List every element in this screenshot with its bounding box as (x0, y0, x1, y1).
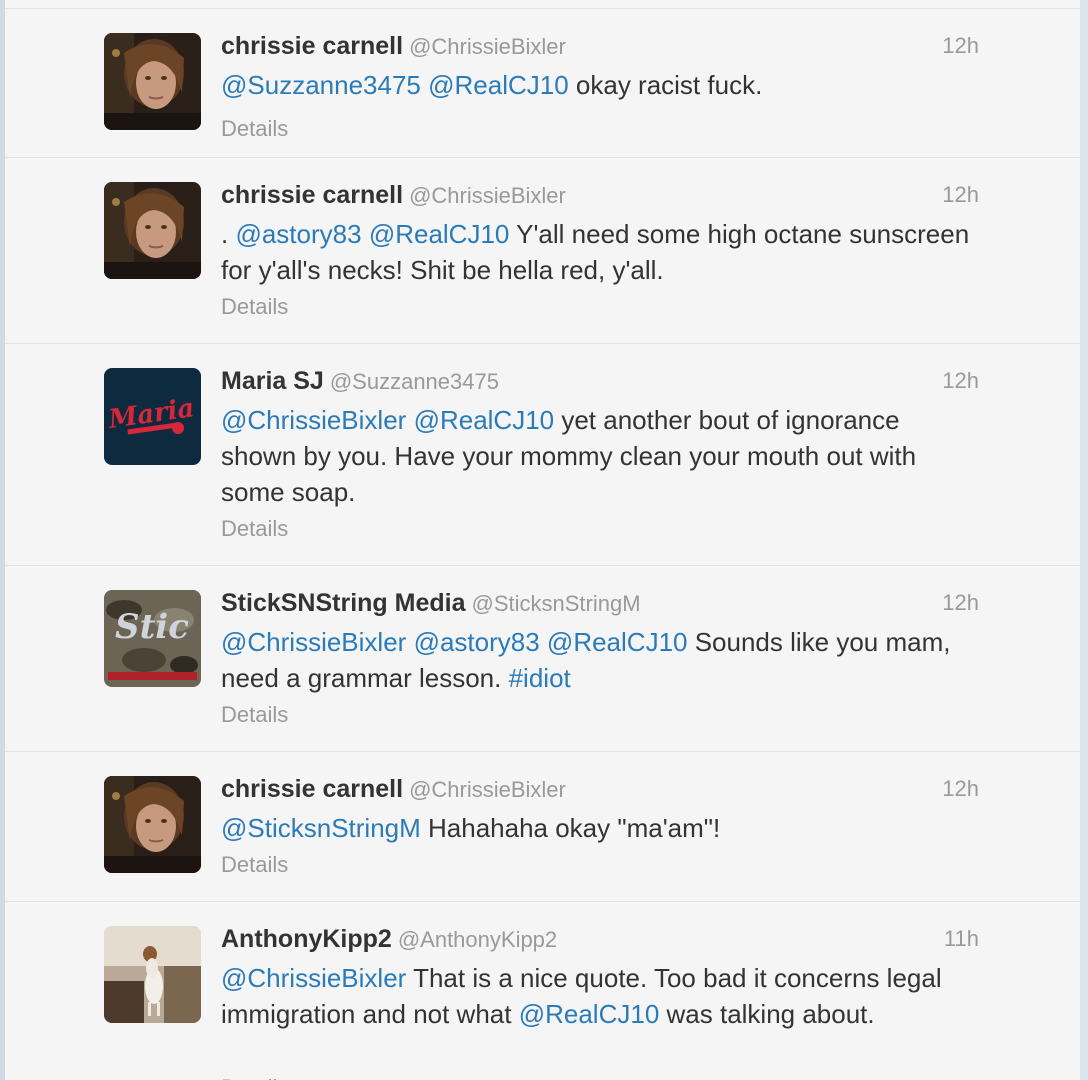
svg-text:Stic: Stic (115, 607, 189, 647)
tweet-text-segment (540, 627, 547, 657)
tweet-item[interactable]: Maria Maria SJ @Suzzanne3475 12h @ChrissieBi… (5, 343, 1081, 566)
tweet-item[interactable]: chrissie carnell @ChrissieBixler 12h @Suzza… (5, 8, 1081, 158)
tweet-timestamp[interactable]: 12h (942, 180, 979, 210)
tweet-fullname[interactable]: AnthonyKipp2 (221, 925, 392, 953)
woman-portrait-avatar-icon[interactable] (104, 776, 201, 873)
tweet-username[interactable]: @ChrissieBixler (409, 34, 566, 59)
tweet-fullname[interactable]: chrissie carnell (221, 775, 403, 803)
tweet-fullname[interactable]: StickSNString Media (221, 589, 466, 617)
tweet-item[interactable]: AnthonyKipp2 @AnthonyKipp2 11h @ChrissieBix… (5, 901, 1081, 1080)
woman-portrait-avatar-icon[interactable] (104, 182, 201, 279)
dog-photo-avatar-icon[interactable] (104, 926, 201, 1023)
tweet-stream: chrissie carnell @ChrissieBixler 12h @Suzza… (4, 0, 1082, 1080)
tweet-text-segment: . (221, 219, 236, 249)
tweet-timestamp[interactable]: 12h (942, 588, 979, 618)
tweet-text-segment: Hahahaha okay "ma'am"! (420, 813, 721, 843)
tweet-timestamp[interactable]: 12h (942, 366, 979, 396)
tweet-text-segment (406, 405, 413, 435)
tweet-timestamp[interactable]: 12h (942, 774, 979, 804)
tweet-text-segment (406, 627, 413, 657)
mention-link[interactable]: @RealCJ10 (519, 999, 660, 1029)
tweet-header: StickSNString Media @SticksnStringM (221, 588, 641, 619)
tweet-header: chrissie carnell @ChrissieBixler (221, 774, 566, 805)
tweet-fullname[interactable]: Maria SJ (221, 367, 324, 395)
tweet-text-segment: okay racist fuck. (568, 70, 763, 100)
camo-logo-avatar-icon[interactable]: Stic (104, 590, 201, 687)
tweet-timestamp[interactable]: 11h (944, 924, 979, 954)
details-link[interactable]: Details (221, 1074, 288, 1080)
mention-link[interactable]: @RealCJ10 (369, 219, 510, 249)
tweet-header: Maria SJ @Suzzanne3475 (221, 366, 499, 397)
mention-link[interactable]: @RealCJ10 (428, 70, 569, 100)
tweet-item[interactable]: chrissie carnell @ChrissieBixler 12h @Stick… (5, 751, 1081, 902)
tweet-text: @ChrissieBixler @astory83 @RealCJ10 Soun… (221, 624, 981, 696)
tweet-username[interactable]: @AnthonyKipp2 (398, 927, 557, 952)
mention-link[interactable]: @ChrissieBixler (221, 405, 406, 435)
tweet-text: @ChrissieBixler That is a nice quote. To… (221, 960, 981, 1032)
tweet-fullname[interactable]: chrissie carnell (221, 181, 403, 209)
details-link[interactable]: Details (221, 115, 288, 143)
mention-link[interactable]: @ChrissieBixler (221, 627, 406, 657)
tweet-username[interactable]: @SticksnStringM (472, 591, 641, 616)
tweet-header: AnthonyKipp2 @AnthonyKipp2 (221, 924, 557, 955)
details-link[interactable]: Details (221, 701, 288, 729)
tweet-text-segment (362, 219, 369, 249)
page-background-edge (1080, 0, 1088, 1080)
mention-link[interactable]: @RealCJ10 (547, 627, 688, 657)
tweet-text-segment: was talking about. (659, 999, 875, 1029)
mention-link[interactable]: @Suzzanne3475 (221, 70, 421, 100)
mention-link[interactable]: @SticksnStringM (221, 813, 421, 843)
details-link[interactable]: Details (221, 515, 288, 543)
tweet-text: @SticksnStringM Hahahaha okay "ma'am"! (221, 810, 981, 846)
woman-portrait-avatar-icon[interactable] (104, 33, 201, 130)
tweet-username[interactable]: @ChrissieBixler (409, 183, 566, 208)
tweet-fullname[interactable]: chrissie carnell (221, 32, 403, 60)
tweet-text: . @astory83 @RealCJ10 Y'all need some hi… (221, 216, 981, 288)
tweet-header: chrissie carnell @ChrissieBixler (221, 180, 566, 211)
mention-link[interactable]: @RealCJ10 (414, 405, 555, 435)
tweet-username[interactable]: @Suzzanne3475 (330, 369, 499, 394)
tweet-header: chrissie carnell @ChrissieBixler (221, 31, 566, 62)
maria-logo-avatar-icon[interactable]: Maria (104, 368, 201, 465)
tweet-item[interactable]: chrissie carnell @ChrissieBixler 12h. @ast… (5, 157, 1081, 344)
mention-link[interactable]: @ChrissieBixler (221, 963, 406, 993)
mention-link[interactable]: @astory83 (235, 219, 361, 249)
hashtag-link[interactable]: #idiot (509, 663, 571, 693)
details-link[interactable]: Details (221, 293, 288, 321)
tweet-timestamp[interactable]: 12h (942, 31, 979, 61)
tweet-item[interactable]: Stic StickSNString Media @SticksnStringM 12… (5, 565, 1081, 752)
tweet-text: @ChrissieBixler @RealCJ10 yet another bo… (221, 402, 981, 510)
details-link[interactable]: Details (221, 851, 288, 879)
tweet-username[interactable]: @ChrissieBixler (409, 777, 566, 802)
tweet-text: @Suzzanne3475 @RealCJ10 okay racist fuck… (221, 67, 981, 103)
mention-link[interactable]: @astory83 (414, 627, 540, 657)
